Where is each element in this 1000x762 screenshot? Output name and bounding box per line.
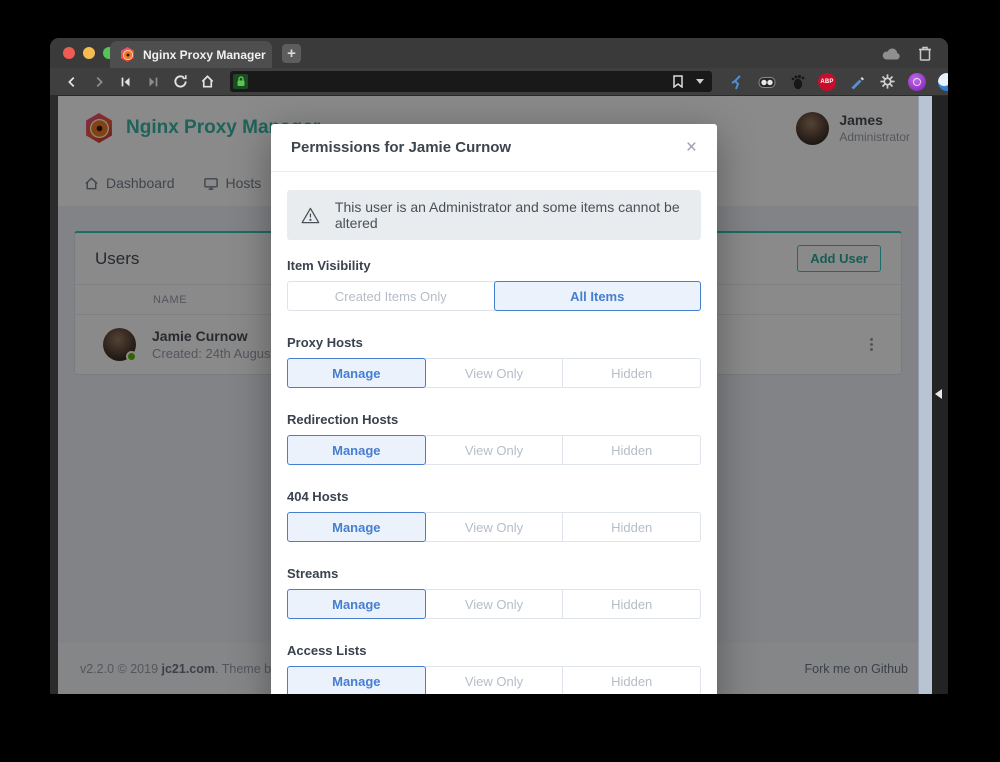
redirection-hosts-hidden-button[interactable]: Hidden xyxy=(562,435,701,465)
404-hosts-group: 404 Hosts Manage View Only Hidden xyxy=(287,489,701,542)
gear-extension-icon[interactable] xyxy=(878,73,896,91)
reload-icon[interactable] xyxy=(172,74,188,90)
window-left-edge xyxy=(50,96,58,694)
proxy-hosts-hidden-button[interactable]: Hidden xyxy=(562,358,701,388)
address-bar[interactable] xyxy=(230,71,712,92)
bookmark-flag-icon[interactable] xyxy=(672,75,684,88)
window-controls xyxy=(63,47,115,59)
back-icon[interactable] xyxy=(64,74,80,90)
blue-figure-extension-icon[interactable] xyxy=(728,73,746,91)
access-lists-manage-button[interactable]: Manage xyxy=(287,666,426,694)
streams-view-only-button[interactable]: View Only xyxy=(425,589,564,619)
window-right-edge xyxy=(932,96,948,694)
home-icon[interactable] xyxy=(199,74,215,90)
close-icon[interactable]: × xyxy=(686,138,697,157)
access-lists-hidden-button[interactable]: Hidden xyxy=(562,666,701,694)
group-label: Redirection Hosts xyxy=(287,412,701,427)
streams-group: Streams Manage View Only Hidden xyxy=(287,566,701,619)
404-hosts-manage-button[interactable]: Manage xyxy=(287,512,426,542)
streams-hidden-button[interactable]: Hidden xyxy=(562,589,701,619)
goggles-extension-icon[interactable] xyxy=(758,73,776,91)
fast-forward-icon[interactable] xyxy=(145,74,161,90)
group-label: Access Lists xyxy=(287,643,701,658)
404-hosts-view-only-button[interactable]: View Only xyxy=(425,512,564,542)
group-label: Streams xyxy=(287,566,701,581)
redirection-hosts-group: Redirection Hosts Manage View Only Hidde… xyxy=(287,412,701,465)
browser-tab-strip: Nginx Proxy Manager + xyxy=(50,38,948,68)
warning-triangle-icon xyxy=(301,206,320,225)
browser-window: Nginx Proxy Manager + xyxy=(50,38,948,694)
access-lists-view-only-button[interactable]: View Only xyxy=(425,666,564,694)
tab-title: Nginx Proxy Manager xyxy=(143,48,266,62)
redirection-hosts-manage-button[interactable]: Manage xyxy=(287,435,426,465)
redirection-hosts-view-only-button[interactable]: View Only xyxy=(425,435,564,465)
web-page: Nginx Proxy Manager James Administrator … xyxy=(58,96,918,694)
group-label: 404 Hosts xyxy=(287,489,701,504)
proxy-hosts-view-only-button[interactable]: View Only xyxy=(425,358,564,388)
secure-lock-icon[interactable] xyxy=(233,74,248,89)
new-tab-button[interactable]: + xyxy=(282,44,301,63)
rewind-icon[interactable] xyxy=(118,74,134,90)
trash-icon[interactable] xyxy=(918,45,932,61)
visibility-created-items-only-button[interactable]: Created Items Only xyxy=(287,281,495,311)
panel-toggle-arrow-icon[interactable] xyxy=(935,389,942,399)
visibility-all-items-button[interactable]: All Items xyxy=(494,281,702,311)
forward-icon[interactable] xyxy=(91,74,107,90)
admin-warning: This user is an Administrator and some i… xyxy=(287,190,701,240)
close-window-button[interactable] xyxy=(63,47,75,59)
purple-circle-extension-icon[interactable] xyxy=(908,73,926,91)
warning-text: This user is an Administrator and some i… xyxy=(335,199,687,231)
proxy-hosts-group: Proxy Hosts Manage View Only Hidden xyxy=(287,335,701,388)
npm-favicon xyxy=(120,47,135,62)
proxy-hosts-manage-button[interactable]: Manage xyxy=(287,358,426,388)
page-scrollbar[interactable] xyxy=(918,96,932,694)
sync-cloud-icon[interactable] xyxy=(882,47,900,60)
stylus-pen-extension-icon[interactable] xyxy=(848,73,866,91)
lock-badge-extension-icon[interactable] xyxy=(938,73,948,91)
minimize-window-button[interactable] xyxy=(83,47,95,59)
404-hosts-hidden-button[interactable]: Hidden xyxy=(562,512,701,542)
browser-tab[interactable]: Nginx Proxy Manager xyxy=(110,41,272,68)
extensions-bar: ABP xyxy=(728,73,948,91)
browser-toolbar: ABP xyxy=(50,68,948,96)
modal-title: Permissions for Jamie Curnow xyxy=(291,139,511,156)
gnome-foot-extension-icon[interactable] xyxy=(788,73,806,91)
permissions-modal: Permissions for Jamie Curnow × This user… xyxy=(271,124,717,694)
group-label: Proxy Hosts xyxy=(287,335,701,350)
item-visibility-group: Item Visibility Created Items Only All I… xyxy=(287,258,701,311)
adblock-plus-icon[interactable]: ABP xyxy=(818,73,836,91)
streams-manage-button[interactable]: Manage xyxy=(287,589,426,619)
access-lists-group: Access Lists Manage View Only Hidden xyxy=(287,643,701,694)
group-label: Item Visibility xyxy=(287,258,701,273)
bookmark-caret-icon[interactable] xyxy=(696,79,704,84)
